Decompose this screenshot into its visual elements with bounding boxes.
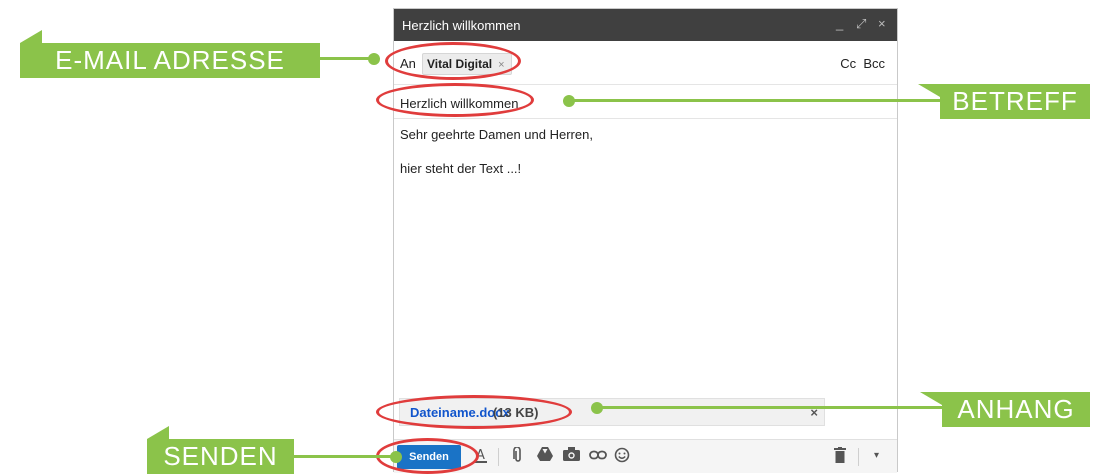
minimize-icon[interactable]: _ <box>836 16 843 31</box>
toolbar-divider <box>498 448 499 466</box>
callout-connector <box>598 406 943 409</box>
callout-dot <box>390 451 402 463</box>
callout-fold <box>147 426 169 439</box>
callout-attachment: ANHANG <box>942 392 1090 427</box>
body-line: Sehr geehrte Damen und Herren, <box>400 127 593 142</box>
callout-subject: BETREFF <box>940 84 1090 119</box>
trash-icon[interactable] <box>834 447 846 466</box>
callout-fold <box>920 392 942 405</box>
callout-connector <box>570 99 945 102</box>
callout-dot <box>563 95 575 107</box>
paperclip-icon[interactable] <box>512 446 524 466</box>
highlight-attachment <box>376 395 572 429</box>
camera-icon[interactable] <box>563 447 580 464</box>
compose-titlebar: Herzlich willkommen _ ⤢ × <box>394 9 897 41</box>
drive-icon[interactable] <box>537 447 553 464</box>
emoji-icon[interactable] <box>614 447 630 466</box>
window-title: Herzlich willkommen <box>402 18 521 33</box>
callout-dot <box>368 53 380 65</box>
callout-email: E-MAIL ADRESSE <box>20 43 320 78</box>
close-icon[interactable]: × <box>878 16 886 31</box>
body-line: hier steht der Text ...! <box>400 161 522 176</box>
link-icon[interactable] <box>589 447 607 463</box>
expand-icon[interactable]: ⤢ <box>856 16 866 32</box>
highlight-subject <box>376 83 534 117</box>
cc-bcc-links[interactable]: Cc Bcc <box>840 56 885 71</box>
callout-connector <box>315 57 375 60</box>
callout-fold <box>918 84 940 97</box>
callout-dot <box>591 402 603 414</box>
more-options-icon[interactable]: ▾ <box>874 450 879 461</box>
highlight-recipient <box>385 42 521 80</box>
message-body[interactable]: Sehr geehrte Damen und Herren, hier steh… <box>400 127 593 195</box>
toolbar-divider <box>858 448 859 466</box>
callout-connector <box>290 455 395 458</box>
callout-fold <box>20 30 42 43</box>
callout-send: SENDEN <box>147 439 294 474</box>
